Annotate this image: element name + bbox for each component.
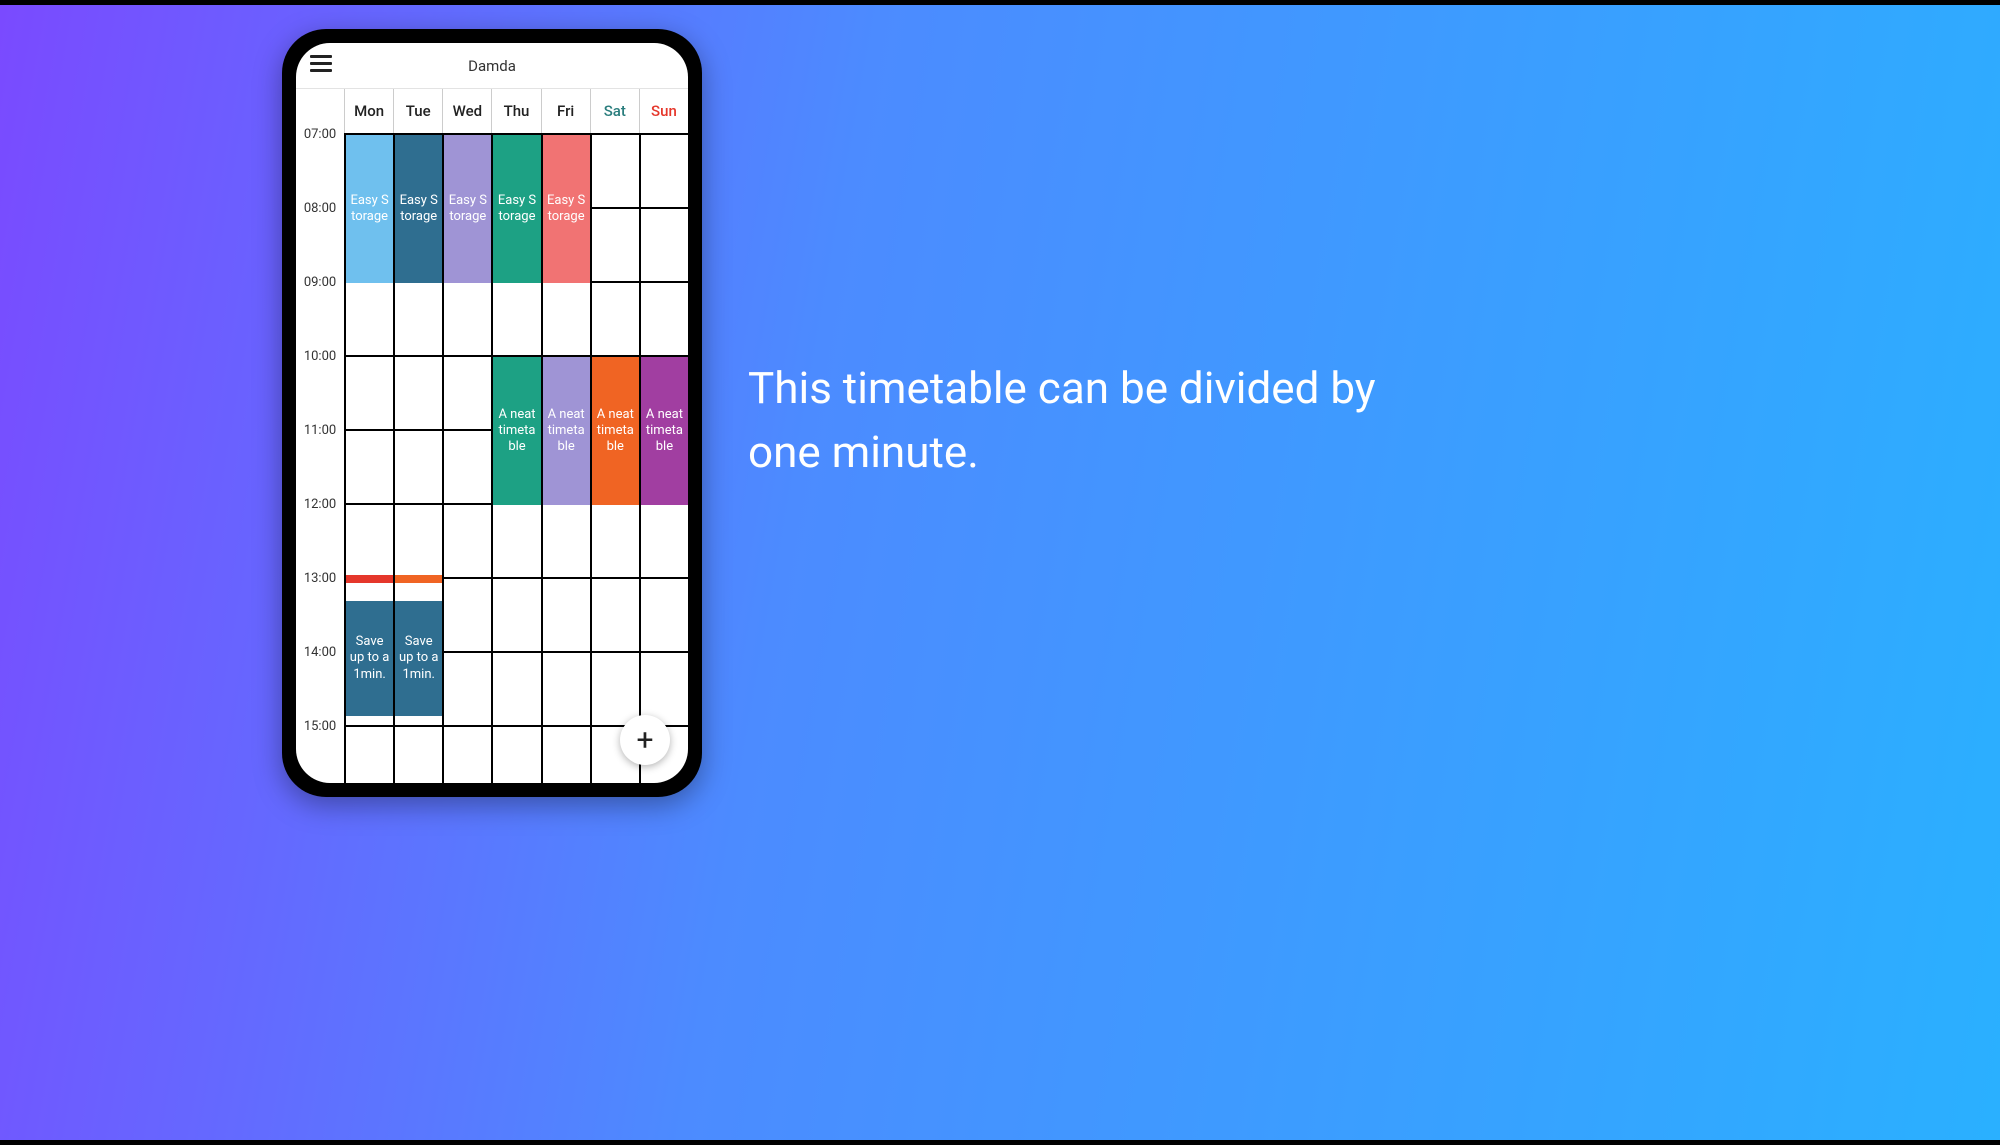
hour-label: 13:00 [296,571,344,586]
day-header-sat: Sat [590,89,639,133]
event-block[interactable]: A neat timeta ble [543,357,590,505]
hour-label: 14:00 [296,645,344,660]
event-block[interactable]: Easy S torage [346,135,393,283]
hamburger-menu-icon[interactable] [310,55,332,77]
app-title: Damda [468,57,516,75]
app-header: Damda [296,43,688,89]
event-block[interactable] [346,575,393,582]
day-header-wed: Wed [442,89,491,133]
day-col-thu: Easy S torage A neat timeta ble [491,135,540,783]
phone-frame: Damda Mon Tue Wed Thu Fri Sat Sun 07:00 0… [282,29,702,797]
event-block[interactable] [395,575,442,582]
event-block[interactable]: Easy S torage [543,135,590,283]
plus-icon: + [636,723,653,758]
event-block[interactable]: Easy S torage [493,135,540,283]
event-block[interactable]: Easy S torage [395,135,442,283]
event-block[interactable]: A neat timeta ble [641,357,688,505]
add-event-button[interactable]: + [620,715,670,765]
day-col-wed: Easy S torage [442,135,491,783]
day-header-mon: Mon [344,89,393,133]
event-block[interactable]: A neat timeta ble [493,357,540,505]
timetable[interactable]: Mon Tue Wed Thu Fri Sat Sun 07:00 08:00 09… [296,89,688,783]
phone-screen: Damda Mon Tue Wed Thu Fri Sat Sun 07:00 0… [296,43,688,783]
hour-label: 11:00 [296,423,344,438]
hour-label: 12:00 [296,497,344,512]
promo-background: This timetable can be divided by one min… [0,5,2000,1140]
event-block[interactable]: A neat timeta ble [592,357,639,505]
day-header-row: Mon Tue Wed Thu Fri Sat Sun [296,89,688,135]
hour-label: 09:00 [296,275,344,290]
hour-label: 07:00 [296,127,344,142]
day-col-mon: Easy S torage Save up to a 1min. [344,135,393,783]
day-col-sun: A neat timeta ble [639,135,688,783]
day-header-fri: Fri [541,89,590,133]
hour-label: 15:00 [296,719,344,734]
promo-headline: This timetable can be divided by one min… [748,357,1388,485]
hour-label: 08:00 [296,201,344,216]
day-header-thu: Thu [491,89,540,133]
day-columns-overlay: Easy S torage Save up to a 1min. Easy S t… [344,135,688,783]
day-header-tue: Tue [393,89,442,133]
day-col-tue: Easy S torage Save up to a 1min. [393,135,442,783]
hour-label: 10:00 [296,349,344,364]
event-block[interactable]: Easy S torage [444,135,491,283]
day-col-sat: A neat timeta ble [590,135,639,783]
day-header-sun: Sun [639,89,688,133]
event-block[interactable]: Save up to a 1min. [346,601,393,716]
day-col-fri: Easy S torage A neat timeta ble [541,135,590,783]
event-block[interactable]: Save up to a 1min. [395,601,442,716]
